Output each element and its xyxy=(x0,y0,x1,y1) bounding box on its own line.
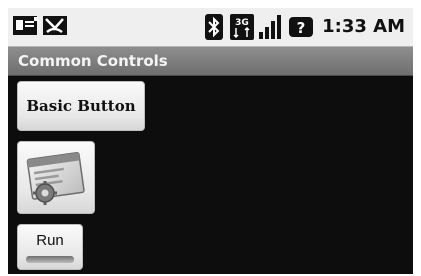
bluetooth-icon xyxy=(204,14,224,44)
device-screen: 3G ? 1:33 AM Common Controls Basic Butto… xyxy=(8,8,413,274)
notification-icon xyxy=(12,14,40,42)
title-bar: Common Controls xyxy=(8,47,413,76)
status-clock: 1:33 AM xyxy=(322,16,405,37)
network-type-label: 3G xyxy=(235,18,249,28)
signal-icon xyxy=(258,14,284,44)
battery-icon: ? xyxy=(288,14,314,44)
3g-icon: 3G xyxy=(230,14,256,44)
run-toggle-label: Run xyxy=(36,232,64,249)
basic-button[interactable]: Basic Button xyxy=(17,81,145,131)
missed-call-icon xyxy=(42,14,70,42)
page-title: Common Controls xyxy=(18,52,168,70)
svg-text:?: ? xyxy=(297,19,306,37)
run-toggle-button[interactable]: Run xyxy=(17,224,83,270)
window-settings-icon xyxy=(26,151,85,205)
toggle-indicator xyxy=(26,256,74,263)
status-bar: 3G ? 1:33 AM xyxy=(8,8,413,47)
image-button[interactable] xyxy=(17,141,95,214)
